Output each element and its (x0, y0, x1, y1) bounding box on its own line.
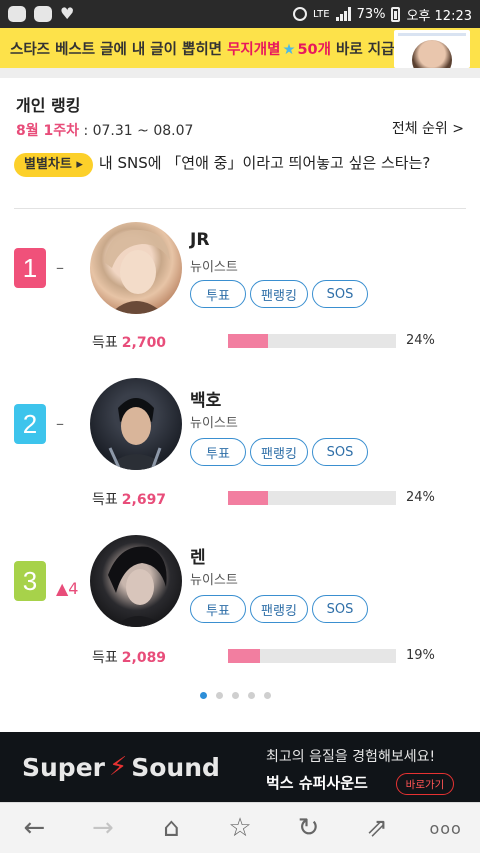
member-name: JR (190, 230, 210, 250)
supersound-logo: Super ⚡ Sound (22, 752, 220, 782)
vote-share-bar (228, 649, 396, 663)
refresh-icon[interactable]: ↻ (289, 808, 329, 848)
more-icon[interactable]: ooo (426, 808, 466, 848)
clock: 오후 12:23 (406, 8, 472, 24)
all-rank-link[interactable]: 전체 순위 > (392, 118, 464, 138)
talk-notification-icon (34, 6, 52, 22)
rank-change: ▲4 (56, 579, 79, 598)
sos-button[interactable]: SOS (312, 595, 368, 623)
back-arrow-icon[interactable]: ← (14, 808, 54, 848)
vote-share-bar (228, 491, 396, 505)
share-icon[interactable]: ⇗ (357, 808, 397, 848)
browser-toolbar: ← → ⌂ ☆ ↻ ⇗ ooo (0, 802, 480, 853)
vote-percent: 24% (406, 333, 435, 348)
battery-icon (391, 6, 401, 22)
ranking-title: 개인 랭킹 (16, 96, 81, 115)
member-name: 렌 (190, 548, 206, 568)
pager-dot[interactable] (200, 692, 207, 699)
avatar-photo[interactable] (90, 378, 182, 470)
app-notification-icon (8, 6, 26, 22)
vote-count: 득표 2,697 (92, 492, 167, 508)
pager-dot[interactable] (232, 692, 239, 699)
ad-tagline: 최고의 음질을 경험해보세요! (266, 749, 436, 765)
group-name: 뉴이스트 (190, 416, 238, 431)
chart-chip[interactable]: 별별차트 ▸ (14, 153, 93, 177)
carousel-pager (200, 692, 271, 699)
pager-dot[interactable] (248, 692, 255, 699)
group-name: 뉴이스트 (190, 573, 238, 588)
vote-percent: 24% (406, 490, 435, 505)
fan-ranking-button[interactable]: 팬랭킹 (250, 280, 308, 308)
ad-banner[interactable]: Super ⚡ Sound 최고의 음질을 경험해보세요! 벅스 슈퍼사운드 바로가… (0, 732, 480, 802)
sos-button[interactable]: SOS (312, 438, 368, 466)
rank-number: 1 (14, 248, 46, 288)
lightning-icon: ⚡ (108, 752, 128, 782)
vote-count: 득표 2,089 (92, 650, 167, 666)
rank-number: 2 (14, 404, 46, 444)
vote-share-fill (228, 491, 269, 505)
home-icon[interactable]: ⌂ (151, 808, 191, 848)
fan-ranking-button[interactable]: 팬랭킹 (250, 595, 308, 623)
signal-icon (335, 7, 351, 21)
bookmark-star-icon[interactable]: ☆ (220, 808, 260, 848)
vote-percent: 19% (406, 648, 435, 663)
vote-button[interactable]: 투표 (190, 595, 246, 623)
rainbow-star-icon: ★ (282, 41, 296, 58)
pager-dot[interactable] (216, 692, 223, 699)
group-name: 뉴이스트 (190, 260, 238, 275)
status-bar: ♥ ... LTE 73% 오후 12:23 (0, 0, 480, 708)
member-name: 백호 (190, 391, 222, 411)
rank-number: 3 (14, 561, 46, 601)
promo-text: 스타즈 베스트 글에 내 글이 뽑히면 무지개별 ★ 50개 바로 지급! (10, 41, 402, 58)
rank-row-3: 3 ▲4 렌 뉴이스트 투표 팬랭킹 SOS 득표 2,089 19% (0, 535, 480, 685)
heart-icon: ♥ (60, 4, 75, 23)
vote-share-fill (228, 649, 260, 663)
ad-product: 벅스 슈퍼사운드 (266, 774, 368, 792)
week-label: 8월 1주차 : 07.31 ~ 08.07 (16, 123, 194, 139)
vote-share-fill (228, 334, 269, 348)
avatar-photo[interactable] (90, 535, 182, 627)
avatar-photo[interactable] (90, 222, 182, 314)
rank-change: – (56, 258, 64, 277)
pager-dot[interactable] (264, 692, 271, 699)
header-divider (14, 208, 466, 209)
network-type: LTE (312, 8, 330, 20)
promo-banner[interactable]: 스타즈 베스트 글에 내 글이 뽑히면 무지개별 ★ 50개 바로 지급! (0, 28, 480, 68)
rank-change: – (56, 414, 64, 433)
forward-arrow-icon[interactable]: → (83, 808, 123, 848)
rank-row-2: 2 – 백호 뉴이스트 투표 팬랭킹 SOS 득표 2,697 24% (0, 378, 480, 528)
rank-row-1: 1 – JR 뉴이스트 투표 팬랭킹 SOS 득표 2,700 24% (0, 222, 480, 372)
vote-count: 득표 2,700 (92, 335, 167, 351)
ad-cta-button[interactable]: 바로가기 (396, 773, 454, 795)
vote-button[interactable]: 투표 (190, 438, 246, 466)
fan-ranking-button[interactable]: 팬랭킹 (250, 438, 308, 466)
battery-percent: 73% (356, 6, 386, 22)
alarm-icon (292, 7, 307, 21)
section-divider (0, 68, 480, 78)
vote-button[interactable]: 투표 (190, 280, 246, 308)
vote-share-bar (228, 334, 396, 348)
chart-question: 별별차트 ▸ 내 SNS에 「연애 중」이라고 띄어놓고 싶은 스타는? (14, 150, 466, 177)
sos-button[interactable]: SOS (312, 280, 368, 308)
promo-thumbnail (394, 30, 470, 68)
